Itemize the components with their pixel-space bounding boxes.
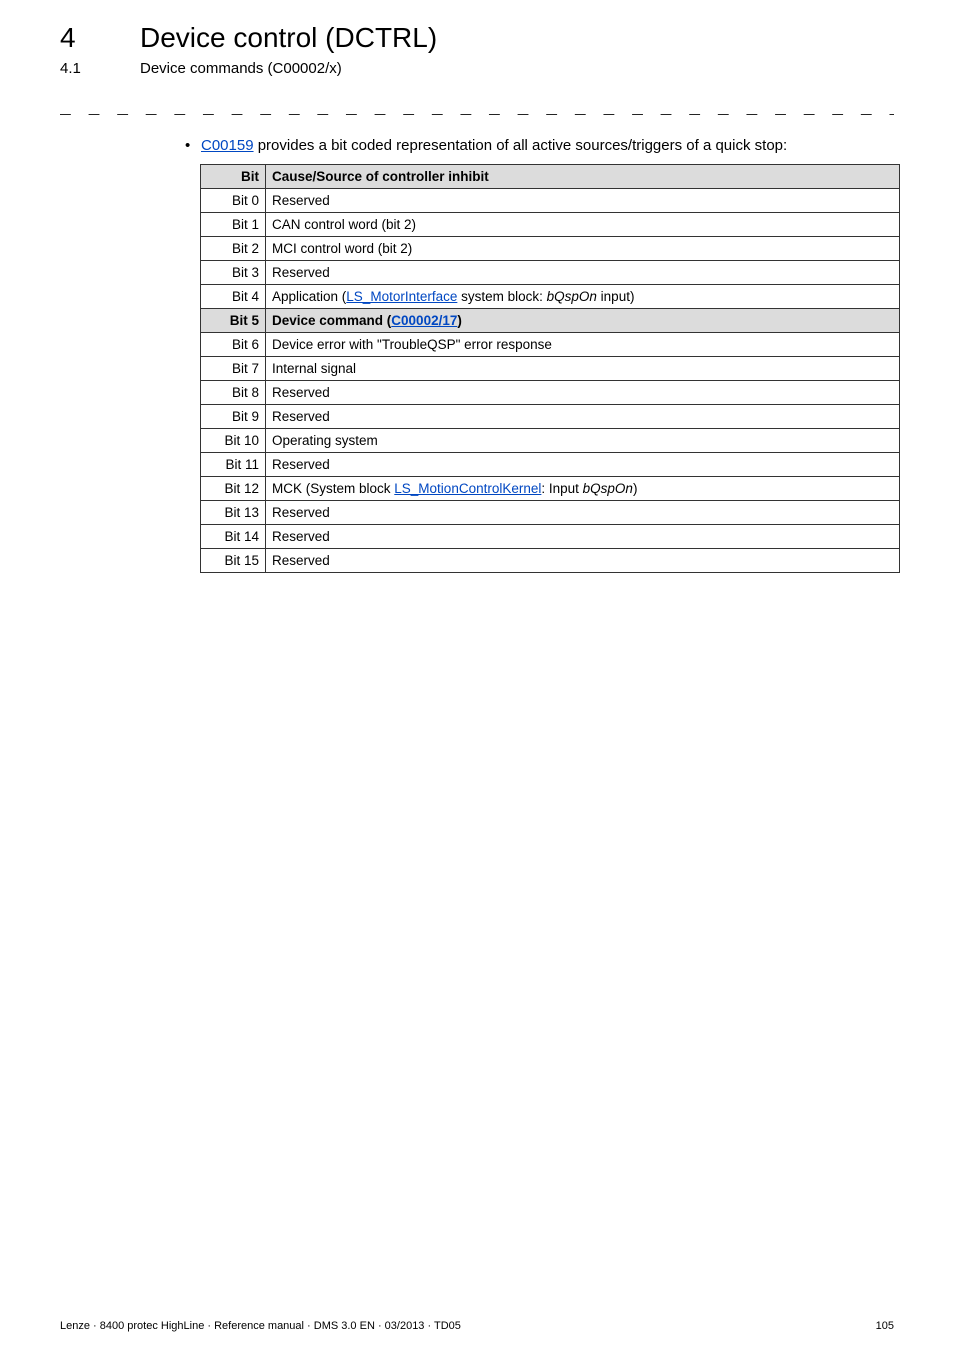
- footer-left: Lenze · 8400 protec HighLine · Reference…: [60, 1320, 461, 1332]
- table-cell-cause: Device command (C00002/17): [266, 309, 900, 333]
- table-row: Bit 5Device command (C00002/17): [201, 309, 900, 333]
- table-row: Bit 10Operating system: [201, 429, 900, 453]
- table-cell-bit: Bit 15: [201, 549, 266, 573]
- table-cell-bit: Bit 7: [201, 357, 266, 381]
- table-cell-bit: Bit 4: [201, 285, 266, 309]
- table-row: Bit 1CAN control word (bit 2): [201, 213, 900, 237]
- table-cell-bit: Bit 13: [201, 501, 266, 525]
- table-cell-cause: Reserved: [266, 453, 900, 477]
- bullet-tail: provides a bit coded representation of a…: [254, 137, 788, 154]
- table-cell-bit: Bit 6: [201, 333, 266, 357]
- table-header-row: Bit Cause/Source of controller inhibit: [201, 165, 900, 189]
- table-italic: bQspOn: [547, 289, 597, 304]
- chapter-heading: 4 Device control (DCTRL): [60, 22, 894, 54]
- table-cell-bit: Bit 12: [201, 477, 266, 501]
- table-cell-cause: Application (LS_MotorInterface system bl…: [266, 285, 900, 309]
- table-cell-bit: Bit 14: [201, 525, 266, 549]
- table-row: Bit 4Application (LS_MotorInterface syst…: [201, 285, 900, 309]
- table-cell-bit: Bit 0: [201, 189, 266, 213]
- table-cell-bit: Bit 2: [201, 237, 266, 261]
- table-cell-cause: Reserved: [266, 189, 900, 213]
- chapter-number: 4: [60, 22, 140, 54]
- table-row: Bit 11Reserved: [201, 453, 900, 477]
- page-footer: Lenze · 8400 protec HighLine · Reference…: [60, 1320, 894, 1332]
- table-row: Bit 0Reserved: [201, 189, 900, 213]
- table-cell-bit: Bit 9: [201, 405, 266, 429]
- chapter-title: Device control (DCTRL): [140, 22, 437, 54]
- table-cell-bit: Bit 3: [201, 261, 266, 285]
- table-cell-cause: Reserved: [266, 501, 900, 525]
- table-row: Bit 7Internal signal: [201, 357, 900, 381]
- table-header-cause: Cause/Source of controller inhibit: [266, 165, 900, 189]
- table-cell-cause: Reserved: [266, 381, 900, 405]
- table-link[interactable]: LS_MotorInterface: [346, 289, 457, 304]
- table-cell-cause: CAN control word (bit 2): [266, 213, 900, 237]
- table-row: Bit 2MCI control word (bit 2): [201, 237, 900, 261]
- page-container: 4 Device control (DCTRL) 4.1 Device comm…: [0, 0, 954, 1350]
- table-cell-cause: Internal signal: [266, 357, 900, 381]
- controller-inhibit-table: Bit Cause/Source of controller inhibit B…: [200, 164, 900, 573]
- table-body: Bit 0ReservedBit 1CAN control word (bit …: [201, 189, 900, 573]
- table-cell-bit: Bit 1: [201, 213, 266, 237]
- table-row: Bit 9Reserved: [201, 405, 900, 429]
- table-cell-bit: Bit 5: [201, 309, 266, 333]
- table-row: Bit 6Device error with "TroubleQSP" erro…: [201, 333, 900, 357]
- section-number: 4.1: [60, 60, 140, 77]
- table-row: Bit 13Reserved: [201, 501, 900, 525]
- table-cell-cause: Reserved: [266, 525, 900, 549]
- table-cell-cause: Reserved: [266, 549, 900, 573]
- table-row: Bit 14Reserved: [201, 525, 900, 549]
- table-cell-bit: Bit 8: [201, 381, 266, 405]
- bullet-link[interactable]: C00159: [201, 137, 254, 154]
- table-cell-cause: MCI control word (bit 2): [266, 237, 900, 261]
- table-italic: bQspOn: [583, 481, 633, 496]
- dashed-separator: _ _ _ _ _ _ _ _ _ _ _ _ _ _ _ _ _ _ _ _ …: [60, 105, 894, 119]
- footer-page-number: 105: [876, 1320, 894, 1332]
- table-row: Bit 12MCK (System block LS_MotionControl…: [201, 477, 900, 501]
- table-cell-bit: Bit 11: [201, 453, 266, 477]
- table-cell-cause: Reserved: [266, 261, 900, 285]
- table-cell-cause: Reserved: [266, 405, 900, 429]
- table-row: Bit 15Reserved: [201, 549, 900, 573]
- table-cell-cause: Device error with "TroubleQSP" error res…: [266, 333, 900, 357]
- section-title: Device commands (C00002/x): [140, 60, 342, 77]
- table-cell-cause: MCK (System block LS_MotionControlKernel…: [266, 477, 900, 501]
- bullet-text: C00159 provides a bit coded representati…: [201, 137, 787, 154]
- table-link[interactable]: LS_MotionControlKernel: [394, 481, 541, 496]
- table-cell-bit: Bit 10: [201, 429, 266, 453]
- section-heading: 4.1 Device commands (C00002/x): [60, 60, 894, 77]
- bullet-paragraph: • C00159 provides a bit coded representa…: [185, 137, 894, 154]
- table-cell-cause: Operating system: [266, 429, 900, 453]
- table-header-bit: Bit: [201, 165, 266, 189]
- table-row: Bit 8Reserved: [201, 381, 900, 405]
- bullet-icon: •: [185, 137, 201, 154]
- table-link[interactable]: C00002/17: [391, 313, 457, 328]
- table-row: Bit 3Reserved: [201, 261, 900, 285]
